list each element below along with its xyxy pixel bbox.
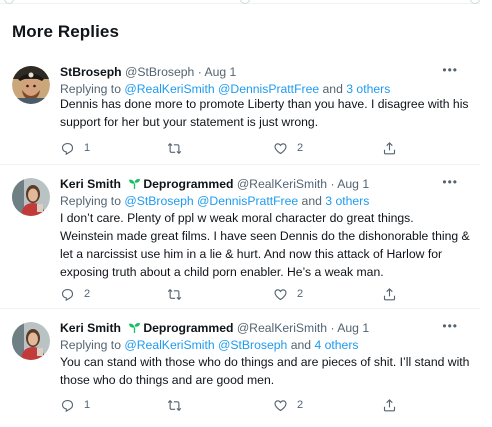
reply-tweet[interactable]: StBroseph @StBroseph · Aug 1 ••• Replyin… xyxy=(0,64,480,164)
reply-and: and xyxy=(290,338,312,352)
tweet-date[interactable]: Aug 1 xyxy=(337,177,369,191)
reply-count: 2 xyxy=(84,288,91,300)
tweet-divider xyxy=(0,164,480,165)
retweet-button[interactable] xyxy=(167,140,191,156)
share-icon xyxy=(383,141,396,154)
user-handle[interactable]: @StBroseph xyxy=(125,65,194,79)
reply-count: 1 xyxy=(84,399,91,411)
display-name[interactable]: Keri Smith xyxy=(60,177,121,191)
separator-dot: · xyxy=(330,321,335,335)
reply-others-link[interactable]: 3 others xyxy=(325,194,369,208)
reply-icon xyxy=(61,288,74,301)
reply-tweet[interactable]: Keri Smith Deprogrammed @RealKeriSmith ·… xyxy=(0,320,480,420)
thread-dot xyxy=(470,0,480,4)
more-icon[interactable]: ••• xyxy=(442,320,458,332)
like-count: 2 xyxy=(297,288,304,300)
tweet-header: StBroseph @StBroseph · Aug 1 xyxy=(60,64,480,80)
reply-and: and xyxy=(322,82,343,96)
thread-dot xyxy=(240,0,250,4)
avatar[interactable] xyxy=(12,322,50,360)
tweet-date[interactable]: Aug 1 xyxy=(204,65,236,79)
more-icon[interactable]: ••• xyxy=(442,176,458,188)
replying-to: Replying to @StBroseph @DennisPrattFree … xyxy=(60,193,369,209)
separator-dot: · xyxy=(330,177,335,191)
reply-button[interactable]: 1 xyxy=(60,397,90,413)
reply-mentions[interactable]: @RealKeriSmith @StBroseph xyxy=(124,338,287,352)
display-name-suffix[interactable]: Deprogrammed xyxy=(143,321,233,335)
separator-dot: · xyxy=(197,65,202,79)
user-handle[interactable]: @RealKeriSmith xyxy=(237,177,327,191)
more-icon[interactable]: ••• xyxy=(442,64,458,76)
reply-and: and xyxy=(301,194,322,208)
display-name[interactable]: Keri Smith xyxy=(60,321,121,335)
display-name-suffix[interactable]: Deprogrammed xyxy=(143,177,233,191)
reply-count: 1 xyxy=(84,142,91,154)
reply-mentions[interactable]: @RealKeriSmith @DennisPrattFree xyxy=(124,82,319,96)
tweet-text: I don’t care. Plenty of ppl w weak moral… xyxy=(60,211,470,279)
section-title: More Replies xyxy=(12,22,120,41)
thread-dot xyxy=(4,0,14,4)
retweet-icon xyxy=(167,288,182,300)
display-name[interactable]: StBroseph xyxy=(60,65,122,79)
heart-icon xyxy=(274,142,287,154)
tweet-date[interactable]: Aug 1 xyxy=(337,321,369,335)
replying-to: Replying to @RealKeriSmith @StBroseph an… xyxy=(60,337,358,353)
replying-label: Replying to xyxy=(60,338,121,352)
reply-mentions[interactable]: @StBroseph @DennisPrattFree xyxy=(124,194,298,208)
reply-others-link[interactable]: 4 others xyxy=(314,338,358,352)
like-count: 2 xyxy=(297,399,304,411)
share-icon xyxy=(383,287,396,300)
retweet-button[interactable] xyxy=(167,286,191,302)
heart-icon xyxy=(274,288,287,300)
reply-icon xyxy=(61,142,74,155)
tweet-actions: 1 2 xyxy=(60,140,480,156)
reply-button[interactable]: 2 xyxy=(60,286,90,302)
retweet-icon xyxy=(167,399,182,411)
user-handle[interactable]: @RealKeriSmith xyxy=(237,321,327,335)
tweet-text: Dennis has done more to promote Liberty … xyxy=(60,97,469,129)
like-button[interactable]: 2 xyxy=(273,397,303,413)
tweet-divider xyxy=(0,308,480,309)
seedling-icon xyxy=(129,323,141,333)
reply-tweet[interactable]: Keri Smith Deprogrammed @RealKeriSmith ·… xyxy=(0,176,480,306)
reply-icon xyxy=(61,399,74,412)
like-button[interactable]: 2 xyxy=(273,140,303,156)
previous-card-edge xyxy=(0,0,480,4)
seedling-icon xyxy=(129,179,141,189)
replying-label: Replying to xyxy=(60,82,121,96)
tweet-actions: 2 2 xyxy=(60,286,480,302)
share-icon xyxy=(383,398,396,411)
tweet-header: Keri Smith Deprogrammed @RealKeriSmith ·… xyxy=(60,176,480,192)
tweet-actions: 1 2 xyxy=(60,397,480,413)
like-count: 2 xyxy=(297,142,304,154)
reply-button[interactable]: 1 xyxy=(60,140,90,156)
share-button[interactable] xyxy=(382,140,397,156)
share-button[interactable] xyxy=(382,286,397,302)
retweet-icon xyxy=(167,142,182,154)
share-button[interactable] xyxy=(382,397,397,413)
heart-icon xyxy=(274,399,287,411)
like-button[interactable]: 2 xyxy=(273,286,303,302)
tweet-header: Keri Smith Deprogrammed @RealKeriSmith ·… xyxy=(60,320,480,336)
replying-label: Replying to xyxy=(60,194,121,208)
tweet-text: You can stand with those who do things a… xyxy=(60,355,470,387)
avatar[interactable] xyxy=(12,66,50,104)
retweet-button[interactable] xyxy=(167,397,191,413)
avatar[interactable] xyxy=(12,178,50,216)
reply-others-link[interactable]: 3 others xyxy=(346,82,390,96)
